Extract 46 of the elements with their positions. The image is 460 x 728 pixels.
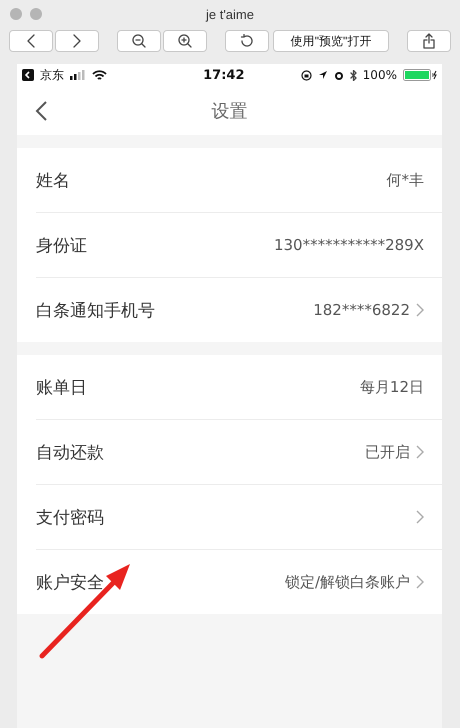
page-title: 设置 bbox=[210, 100, 248, 122]
chevron-right-icon[interactable] bbox=[416, 445, 424, 459]
back-app-icon[interactable] bbox=[22, 69, 34, 81]
setting-label: 自动还款 bbox=[36, 442, 105, 464]
alarm-icon bbox=[334, 70, 344, 80]
setting-value: 锁定/解锁白条账户 bbox=[284, 572, 410, 592]
window-title: je t'aime bbox=[204, 6, 255, 22]
setting-value: 130***********289X bbox=[274, 236, 424, 254]
setting-label: 账户安全 bbox=[36, 572, 105, 594]
close-button[interactable] bbox=[10, 8, 22, 20]
setting-label: 姓名 bbox=[36, 170, 71, 192]
battery-icon bbox=[402, 69, 437, 81]
zoom-in-icon bbox=[178, 34, 192, 48]
chevron-right-icon bbox=[73, 34, 81, 48]
wifi-icon bbox=[92, 70, 107, 80]
location-icon bbox=[318, 70, 328, 80]
setting-label: 支付密码 bbox=[36, 506, 105, 528]
setting-label: 账单日 bbox=[36, 376, 88, 398]
share-button[interactable] bbox=[407, 30, 451, 52]
setting-label: 白条通知手机号 bbox=[36, 300, 156, 322]
back-icon[interactable] bbox=[35, 101, 47, 121]
zoom-out-icon bbox=[132, 34, 146, 48]
setting-label: 身份证 bbox=[36, 234, 88, 256]
forward-button[interactable] bbox=[55, 30, 99, 52]
setting-value: 已开启 bbox=[365, 442, 410, 462]
zoom-in-button[interactable] bbox=[163, 30, 207, 52]
rotate-button[interactable] bbox=[225, 30, 269, 52]
share-icon bbox=[423, 33, 435, 49]
signal-icon bbox=[70, 70, 86, 80]
setting-value: 每月12日 bbox=[360, 378, 424, 396]
setting-value: 182****6822 bbox=[313, 301, 410, 319]
bluetooth-icon bbox=[350, 70, 357, 80]
carrier-label: 京东 bbox=[40, 66, 64, 84]
back-button[interactable] bbox=[9, 30, 53, 52]
zoom-out-button[interactable] bbox=[117, 30, 161, 52]
battery-percent: 100% bbox=[362, 68, 397, 82]
chevron-left-icon bbox=[27, 34, 35, 48]
minimize-button[interactable] bbox=[30, 8, 42, 20]
chevron-right-icon[interactable] bbox=[416, 575, 424, 589]
setting-value: 何*丰 bbox=[386, 170, 424, 190]
orientation-lock-icon bbox=[300, 70, 312, 80]
rotate-icon bbox=[240, 34, 254, 48]
open-with-button[interactable]: 使用"预览"打开 bbox=[273, 30, 389, 52]
chevron-right-icon[interactable] bbox=[416, 303, 424, 317]
status-time: 17:42 bbox=[202, 68, 245, 82]
chevron-right-icon[interactable] bbox=[416, 510, 424, 524]
